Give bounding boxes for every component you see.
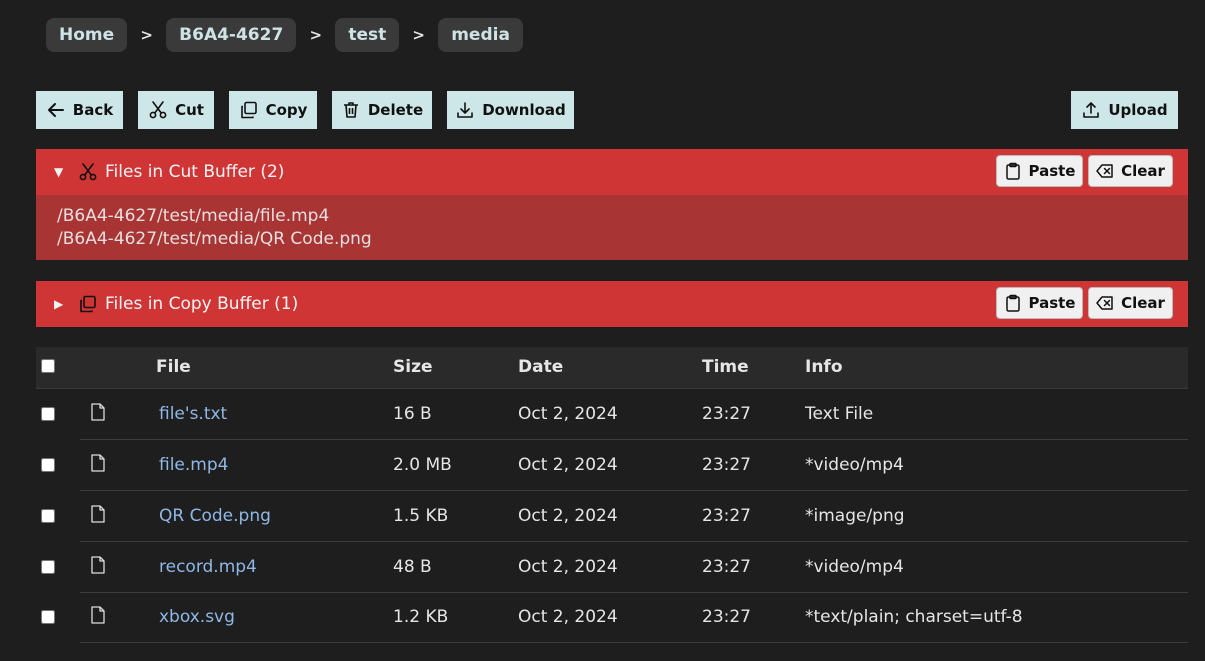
- cut-buffer-file-list: /B6A4-4627/test/media/file.mp4 /B6A4-462…: [36, 195, 1188, 260]
- row-checkbox[interactable]: [41, 610, 55, 624]
- paste-label: Paste: [1028, 294, 1076, 312]
- row-checkbox[interactable]: [41, 509, 55, 523]
- file-date: Oct 2, 2024: [518, 506, 618, 526]
- copy-buffer-panel: ▶ Files in Copy Buffer (1) Paste Clear: [36, 281, 1188, 327]
- breadcrumb: Home > B6A4-4627 > test > media: [46, 18, 523, 52]
- upload-label: Upload: [1108, 101, 1168, 119]
- file-name-link[interactable]: record.mp4: [159, 542, 257, 592]
- copy-buffer-header[interactable]: ▶ Files in Copy Buffer (1) Paste Clear: [36, 281, 1188, 327]
- row-divider: [80, 642, 1188, 643]
- file-info: *video/mp4: [805, 455, 904, 475]
- file-name-link[interactable]: xbox.svg: [159, 592, 235, 642]
- file-size: 1.5 KB: [393, 506, 449, 526]
- breadcrumb-home[interactable]: Home: [46, 18, 128, 52]
- clipboard-icon: [1005, 162, 1020, 180]
- file-time: 23:27: [702, 404, 751, 424]
- file-icon: [91, 606, 105, 624]
- file-icon: [91, 556, 105, 574]
- backspace-icon: [1096, 296, 1113, 310]
- file-icon: [91, 403, 105, 421]
- table-row[interactable]: QR Code.png 1.5 KB Oct 2, 2024 23:27 *im…: [0, 491, 1188, 542]
- table-row[interactable]: xbox.svg 1.2 KB Oct 2, 2024 23:27 *text/…: [0, 592, 1188, 643]
- download-button[interactable]: Download: [447, 91, 574, 129]
- table-row[interactable]: file's.txt 16 B Oct 2, 2024 23:27 Text F…: [0, 389, 1188, 440]
- download-label: Download: [482, 101, 566, 119]
- clipboard-icon: [1005, 294, 1020, 312]
- copy-buffer-clear-button[interactable]: Clear: [1088, 287, 1173, 319]
- column-header-file[interactable]: File: [156, 347, 191, 388]
- file-time: 23:27: [702, 455, 751, 475]
- file-date: Oct 2, 2024: [518, 404, 618, 424]
- select-all-checkbox[interactable]: [41, 359, 55, 373]
- breadcrumb-b6a4-4627[interactable]: B6A4-4627: [166, 18, 297, 52]
- file-date: Oct 2, 2024: [518, 557, 618, 577]
- upload-icon: [1083, 102, 1100, 118]
- file-time: 23:27: [702, 557, 751, 577]
- delete-label: Delete: [367, 101, 424, 119]
- scissors-icon: [149, 101, 167, 119]
- file-time: 23:27: [702, 607, 751, 627]
- delete-button[interactable]: Delete: [332, 91, 432, 129]
- file-size: 16 B: [393, 404, 432, 424]
- file-table-header: File Size Date Time Info: [36, 347, 1188, 389]
- copy-buffer-title: Files in Copy Buffer (1): [105, 294, 299, 314]
- cut-buffer-paste-button[interactable]: Paste: [996, 155, 1083, 187]
- breadcrumb-media[interactable]: media: [438, 18, 523, 52]
- file-info: *video/mp4: [805, 557, 904, 577]
- breadcrumb-separator: >: [309, 26, 323, 44]
- file-size: 48 B: [393, 557, 432, 577]
- collapse-triangle-icon[interactable]: ▼: [54, 165, 63, 179]
- copy-button[interactable]: Copy: [229, 91, 317, 129]
- trash-icon: [343, 102, 358, 118]
- clear-label: Clear: [1121, 162, 1165, 180]
- file-icon: [91, 505, 105, 523]
- file-size: 1.2 KB: [393, 607, 449, 627]
- column-header-info[interactable]: Info: [805, 347, 843, 388]
- download-icon: [457, 102, 473, 118]
- file-size: 2.0 MB: [393, 455, 452, 475]
- table-row[interactable]: record.mp4 48 B Oct 2, 2024 23:27 *video…: [0, 542, 1188, 593]
- file-time: 23:27: [702, 506, 751, 526]
- breadcrumb-separator: >: [412, 26, 425, 44]
- cut-button[interactable]: Cut: [138, 91, 214, 129]
- cut-buffer-header[interactable]: ▼ Files in Cut Buffer (2) Paste Clear: [36, 149, 1188, 195]
- back-label: Back: [72, 101, 114, 119]
- cut-buffer-file: /B6A4-4627/test/media/QR Code.png: [57, 229, 372, 249]
- row-checkbox[interactable]: [41, 560, 55, 574]
- arrow-left-icon: [47, 103, 64, 117]
- cut-buffer-panel: ▼ Files in Cut Buffer (2) Paste Clear /B…: [36, 149, 1188, 260]
- breadcrumb-separator: >: [140, 26, 153, 44]
- cut-buffer-file: /B6A4-4627/test/media/file.mp4: [57, 206, 330, 226]
- table-row[interactable]: file.mp4 2.0 MB Oct 2, 2024 23:27 *video…: [0, 440, 1188, 491]
- file-info: Text File: [805, 404, 874, 424]
- file-date: Oct 2, 2024: [518, 455, 618, 475]
- breadcrumb-test[interactable]: test: [335, 18, 400, 52]
- cut-buffer-clear-button[interactable]: Clear: [1088, 155, 1173, 187]
- column-header-date[interactable]: Date: [518, 347, 563, 388]
- copy-icon: [80, 295, 96, 313]
- copy-buffer-paste-button[interactable]: Paste: [996, 287, 1083, 319]
- row-checkbox[interactable]: [41, 458, 55, 472]
- file-icon: [91, 454, 105, 472]
- column-header-size[interactable]: Size: [393, 347, 433, 388]
- cut-label: Cut: [175, 101, 204, 119]
- row-checkbox[interactable]: [41, 407, 55, 421]
- file-name-link[interactable]: QR Code.png: [159, 491, 271, 541]
- backspace-icon: [1096, 164, 1113, 178]
- column-header-time[interactable]: Time: [702, 347, 749, 388]
- file-info: *text/plain; charset=utf-8: [805, 607, 1023, 627]
- file-info: *image/png: [805, 506, 905, 526]
- file-name-link[interactable]: file's.txt: [159, 389, 227, 439]
- scissors-icon: [79, 163, 97, 181]
- copy-icon: [240, 101, 257, 119]
- upload-button[interactable]: Upload: [1071, 91, 1178, 129]
- cut-buffer-title: Files in Cut Buffer (2): [105, 162, 285, 182]
- clear-label: Clear: [1121, 294, 1165, 312]
- copy-label: Copy: [265, 101, 308, 119]
- file-date: Oct 2, 2024: [518, 607, 618, 627]
- paste-label: Paste: [1028, 162, 1076, 180]
- file-name-link[interactable]: file.mp4: [159, 440, 228, 490]
- expand-triangle-icon[interactable]: ▶: [54, 297, 63, 311]
- back-button[interactable]: Back: [36, 91, 123, 129]
